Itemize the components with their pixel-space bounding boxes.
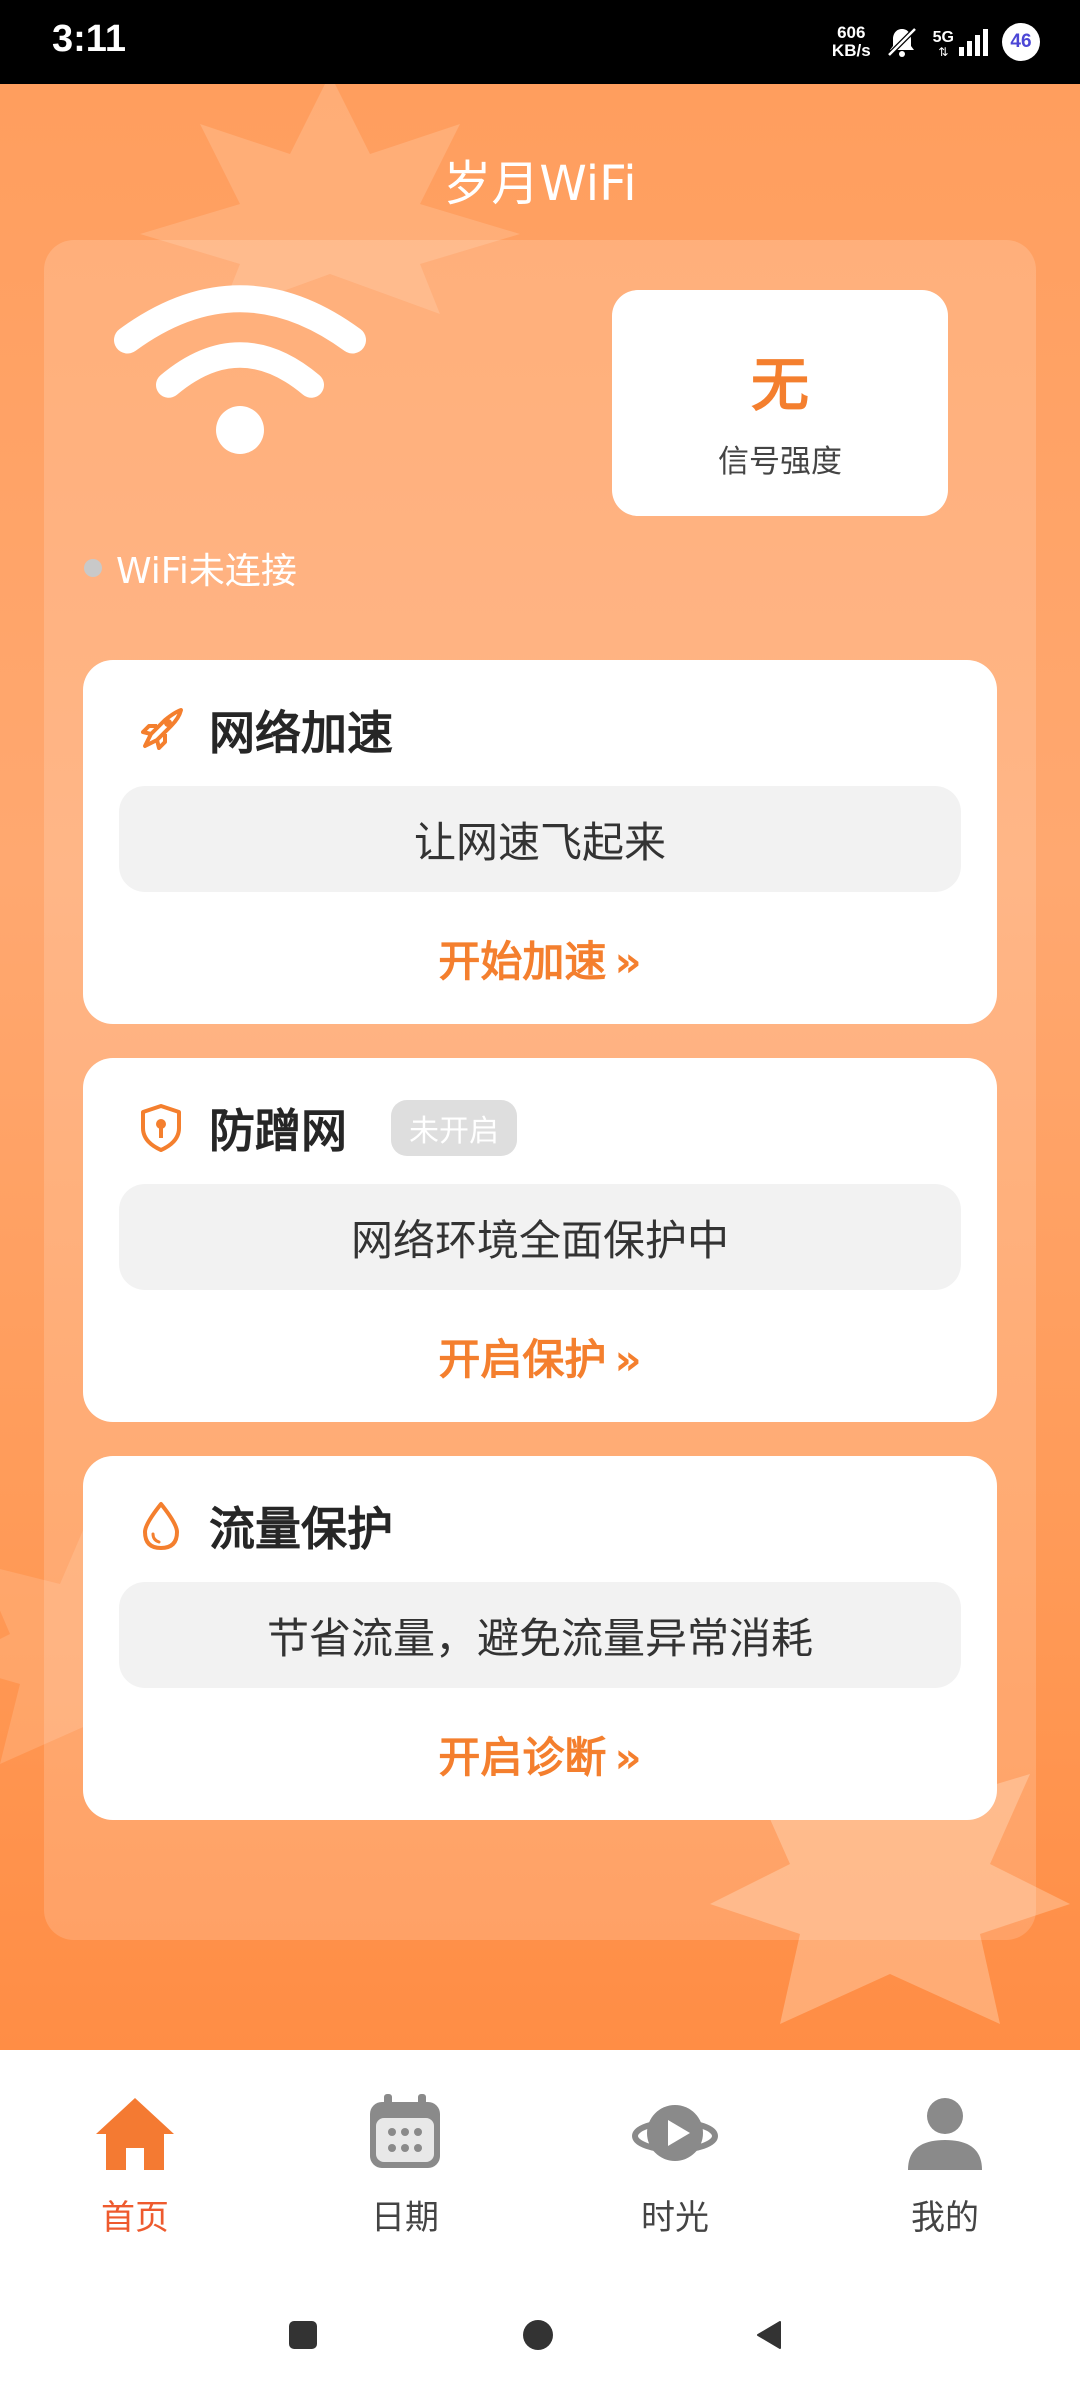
user-icon	[908, 2098, 982, 2170]
system-navigation-bar	[0, 2270, 1080, 2400]
nav-item-home[interactable]: 首页	[0, 2090, 270, 2239]
status-time: 3:11	[52, 18, 126, 60]
calendar-icon	[370, 2094, 440, 2168]
card-description: 节省流量，避免流量异常消耗	[119, 1582, 961, 1688]
wifi-status-text: WiFi未连接	[116, 551, 297, 592]
connection-dot	[84, 559, 102, 577]
signal-strength-card: 无 信号强度	[612, 290, 948, 516]
bottom-nav: 首页 日期 时光 我的	[0, 2050, 1080, 2270]
network-speed: 606 KB/s	[831, 23, 871, 60]
shield-lock-icon	[141, 1104, 181, 1152]
card-description: 让网速飞起来	[119, 786, 961, 892]
card-header: 网络加速	[135, 696, 393, 764]
app-title: 岁月WiFi	[443, 156, 637, 212]
nav-item-profile[interactable]: 我的	[810, 2090, 1080, 2239]
nav-label: 日期	[371, 2198, 439, 2238]
data-protection-card[interactable]: 流量保护 节省流量，避免流量异常消耗 开启诊断»	[83, 1456, 997, 1820]
nav-label: 首页	[101, 2198, 169, 2238]
cellular-indicator: 5G ⇅	[933, 27, 988, 58]
nav-item-calendar[interactable]: 日期	[270, 2090, 540, 2239]
start-boost-button[interactable]: 开始加速»	[83, 928, 997, 989]
battery-indicator: 46	[1002, 23, 1040, 61]
card-title: 防蹭网	[209, 1104, 347, 1158]
double-chevron-right-icon: »	[614, 1335, 642, 1384]
nav-item-time[interactable]: 时光	[540, 2090, 810, 2239]
card-header: 流量保护	[135, 1492, 393, 1560]
enable-protection-button[interactable]: 开启保护»	[83, 1326, 997, 1387]
start-diagnosis-button[interactable]: 开启诊断»	[83, 1724, 997, 1785]
status-badge: 未开启	[391, 1100, 517, 1156]
double-chevron-right-icon: »	[614, 937, 642, 986]
recent-apps-icon[interactable]	[288, 2320, 318, 2350]
card-title: 流量保护	[209, 1502, 393, 1556]
card-header: 防蹭网 未开启	[135, 1094, 517, 1162]
double-chevron-right-icon: »	[614, 1733, 642, 1782]
anti-leech-card[interactable]: 防蹭网 未开启 网络环境全面保护中 开启保护»	[83, 1058, 997, 1422]
nav-label: 时光	[641, 2198, 709, 2238]
back-icon[interactable]	[754, 2320, 784, 2350]
network-boost-card[interactable]: 网络加速 让网速飞起来 开始加速»	[83, 660, 997, 1024]
play-planet-icon	[632, 2105, 718, 2161]
home-icon	[96, 2098, 174, 2170]
water-drop-icon	[143, 1502, 179, 1550]
status-bar: 3:11 606 KB/s 5G ⇅ 46	[0, 0, 1080, 84]
home-circle-icon[interactable]	[521, 2318, 555, 2352]
wifi-status: WiFi未连接	[84, 542, 297, 594]
card-title: 网络加速	[209, 706, 393, 760]
wifi-icon	[114, 285, 366, 454]
signal-strength-value: 无	[750, 351, 809, 419]
card-description: 网络环境全面保护中	[119, 1184, 961, 1290]
rocket-icon	[141, 708, 183, 750]
nav-label: 我的	[911, 2198, 979, 2238]
signal-strength-label: 信号强度	[718, 444, 842, 480]
signal-bars-icon	[959, 29, 988, 56]
bell-muted-icon	[886, 27, 917, 57]
status-icons: 606 KB/s 5G ⇅ 46	[832, 16, 1040, 68]
